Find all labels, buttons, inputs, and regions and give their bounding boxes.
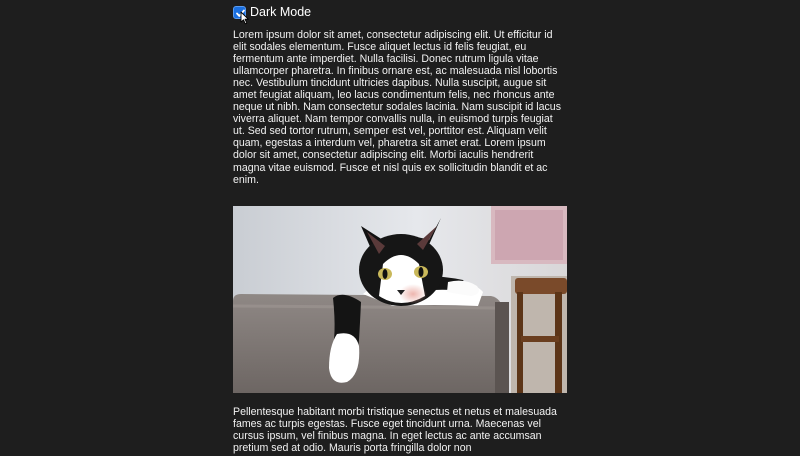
- cat-image: [233, 206, 567, 393]
- cat-photo: [233, 206, 567, 393]
- body-paragraph: Lorem ipsum dolor sit amet, consectetur …: [233, 29, 561, 186]
- body-paragraph-2: Pellentesque habitant morbi tristique se…: [233, 406, 557, 455]
- dark-mode-label[interactable]: Dark Mode: [250, 4, 311, 20]
- mouse-pointer-icon: [240, 11, 249, 25]
